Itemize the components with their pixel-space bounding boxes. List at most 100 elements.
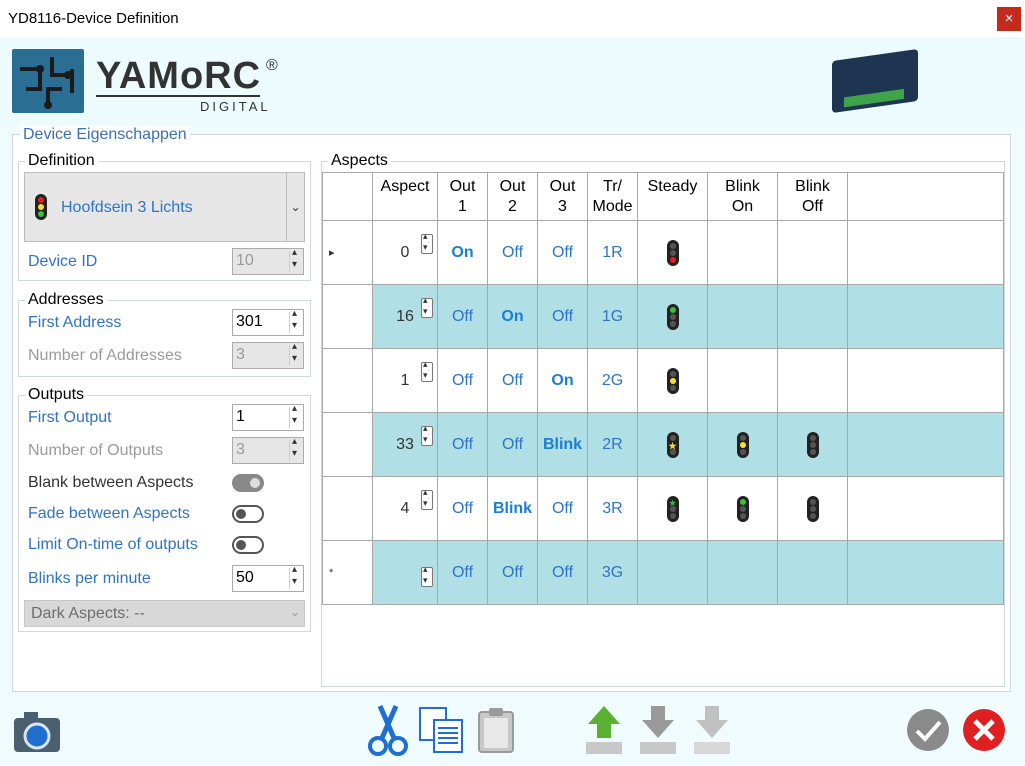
close-window-button[interactable]: × bbox=[997, 7, 1021, 31]
mode-cell[interactable]: 2R bbox=[587, 412, 638, 477]
spinner-icon[interactable] bbox=[421, 423, 433, 446]
mode-cell[interactable]: 3G bbox=[587, 540, 638, 605]
out3-cell[interactable]: On bbox=[537, 348, 588, 413]
blink-off-cell[interactable] bbox=[777, 348, 848, 413]
mode-cell[interactable]: 3R bbox=[587, 476, 638, 541]
col-blink-off[interactable]: Blink Off bbox=[777, 172, 848, 221]
aspect-row[interactable]: * Off Off Off 3G bbox=[322, 540, 1004, 605]
spinner-icon[interactable] bbox=[421, 487, 433, 510]
chevron-down-icon[interactable]: ⌄ bbox=[286, 173, 304, 241]
spinner-icon[interactable] bbox=[421, 295, 433, 318]
limit-on-time-toggle[interactable] bbox=[232, 536, 264, 554]
blank-between-toggle[interactable] bbox=[232, 474, 264, 492]
spinner-icon[interactable] bbox=[421, 359, 433, 382]
out2-cell[interactable]: Off bbox=[487, 348, 538, 413]
col-out3[interactable]: Out 3 bbox=[537, 172, 588, 221]
out3-cell[interactable]: Off bbox=[537, 476, 588, 541]
spinner-icon[interactable] bbox=[289, 564, 301, 589]
mode-cell[interactable]: 1G bbox=[587, 284, 638, 349]
mode-cell[interactable]: 2G bbox=[587, 348, 638, 413]
aspect-cell[interactable]: 4 bbox=[372, 476, 438, 541]
blink-off-cell[interactable] bbox=[777, 412, 848, 477]
col-out2-label: Out bbox=[499, 178, 526, 195]
out3-cell[interactable]: Off bbox=[537, 284, 588, 349]
blink-off-cell[interactable] bbox=[777, 284, 848, 349]
blink-on-cell[interactable] bbox=[707, 348, 778, 413]
cut-icon[interactable] bbox=[366, 704, 410, 761]
aspect-cell[interactable]: 16 bbox=[372, 284, 438, 349]
blink-off-cell[interactable] bbox=[777, 540, 848, 605]
col-steady[interactable]: Steady bbox=[637, 172, 708, 221]
row-header[interactable]: ▸ bbox=[322, 220, 373, 285]
row-header[interactable] bbox=[322, 412, 373, 477]
definition-select[interactable]: Hoofdsein 3 Lichts ⌄ bbox=[24, 172, 305, 242]
out1-value: On bbox=[451, 243, 474, 261]
aspect-cell[interactable]: 33 bbox=[372, 412, 438, 477]
aspect-row[interactable]: 16 Off On Off 1G bbox=[322, 284, 1004, 349]
out2-cell[interactable]: Off bbox=[487, 220, 538, 285]
steady-cell[interactable] bbox=[637, 540, 708, 605]
out1-cell[interactable]: Off bbox=[437, 348, 488, 413]
spinner-icon[interactable] bbox=[289, 308, 301, 333]
col-blink-on[interactable]: Blink On bbox=[707, 172, 778, 221]
col-out2[interactable]: Out 2 bbox=[487, 172, 538, 221]
row-header[interactable] bbox=[322, 348, 373, 413]
steady-cell[interactable]: ★ bbox=[637, 476, 708, 541]
out3-cell[interactable]: Off bbox=[537, 540, 588, 605]
blink-on-cell[interactable] bbox=[707, 476, 778, 541]
row-header[interactable]: * bbox=[322, 540, 373, 605]
col-aspect[interactable]: Aspect bbox=[372, 172, 438, 221]
col-mode[interactable]: Tr/Mode bbox=[587, 172, 638, 221]
steady-cell[interactable] bbox=[637, 348, 708, 413]
out3-cell[interactable]: Off bbox=[537, 220, 588, 285]
spinner-icon[interactable] bbox=[421, 231, 433, 254]
row-header[interactable] bbox=[322, 284, 373, 349]
steady-cell[interactable] bbox=[637, 284, 708, 349]
title-bar: YD8116-Device Definition × bbox=[0, 0, 1025, 37]
col-out2-num: 2 bbox=[508, 198, 517, 215]
col-out1[interactable]: Out 1 bbox=[437, 172, 488, 221]
out1-cell[interactable]: Off bbox=[437, 284, 488, 349]
out1-cell[interactable]: Off bbox=[437, 540, 488, 605]
mode-cell[interactable]: 1R bbox=[587, 220, 638, 285]
spinner-icon[interactable] bbox=[289, 403, 301, 428]
blink-off-cell[interactable] bbox=[777, 476, 848, 541]
blink-off-cell[interactable] bbox=[777, 220, 848, 285]
aspect-row[interactable]: 33 Off Off Blink 2R ★ bbox=[322, 412, 1004, 477]
out2-cell[interactable]: Blink bbox=[487, 476, 538, 541]
first-output-field[interactable]: 1 bbox=[232, 403, 304, 431]
cancel-icon[interactable] bbox=[962, 708, 1006, 757]
col-blink-on-label: Blink bbox=[725, 178, 760, 195]
move-up-icon[interactable] bbox=[584, 704, 624, 761]
aspect-cell[interactable]: 0 bbox=[372, 220, 438, 285]
out2-cell[interactable]: On bbox=[487, 284, 538, 349]
blink-on-cell[interactable] bbox=[707, 220, 778, 285]
fade-between-toggle[interactable] bbox=[232, 505, 264, 523]
blink-on-cell[interactable] bbox=[707, 412, 778, 477]
col-blink-on-label2: On bbox=[731, 198, 754, 215]
aspects-title: Aspects bbox=[328, 152, 391, 170]
out1-cell[interactable]: On bbox=[437, 220, 488, 285]
aspect-cell[interactable] bbox=[372, 540, 438, 605]
copy-icon[interactable] bbox=[418, 706, 464, 759]
out1-cell[interactable]: Off bbox=[437, 412, 488, 477]
out2-cell[interactable]: Off bbox=[487, 412, 538, 477]
ok-icon[interactable] bbox=[906, 708, 950, 757]
aspect-row[interactable]: 1 Off Off On 2G bbox=[322, 348, 1004, 413]
aspect-row[interactable]: 4 Off Blink Off 3R ★ bbox=[322, 476, 1004, 541]
blink-on-cell[interactable] bbox=[707, 284, 778, 349]
out1-cell[interactable]: Off bbox=[437, 476, 488, 541]
out3-cell[interactable]: Blink bbox=[537, 412, 588, 477]
blinks-per-minute-field[interactable]: 50 bbox=[232, 564, 304, 592]
move-down-icon[interactable] bbox=[638, 704, 678, 761]
first-address-field[interactable]: 301 bbox=[232, 308, 304, 336]
out2-cell[interactable]: Off bbox=[487, 540, 538, 605]
spinner-icon[interactable] bbox=[421, 564, 433, 587]
steady-cell[interactable]: ★ bbox=[637, 412, 708, 477]
steady-cell[interactable] bbox=[637, 220, 708, 285]
blink-on-cell[interactable] bbox=[707, 540, 778, 605]
aspect-row[interactable]: ▸ 0 On Off Off 1R bbox=[322, 220, 1004, 285]
camera-icon[interactable] bbox=[12, 710, 62, 759]
row-header[interactable] bbox=[322, 476, 373, 541]
aspect-cell[interactable]: 1 bbox=[372, 348, 438, 413]
